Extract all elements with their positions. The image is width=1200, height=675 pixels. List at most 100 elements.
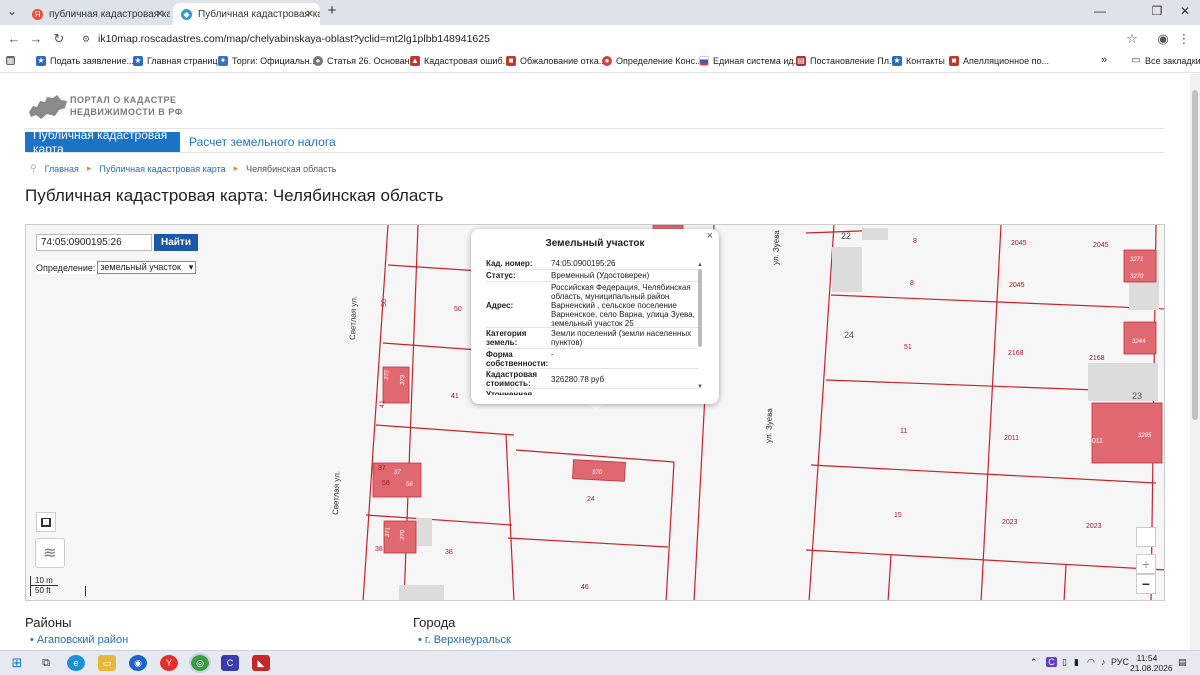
- zoom-out-button[interactable]: −: [1136, 574, 1156, 594]
- map-control-box[interactable]: [1136, 527, 1156, 547]
- app-c-icon[interactable]: C: [221, 655, 239, 671]
- fullscreen-button[interactable]: [36, 512, 56, 532]
- breadcrumb-home[interactable]: Главная: [45, 164, 79, 174]
- garant-icon: ■: [949, 56, 959, 66]
- volume-icon[interactable]: ♪: [1101, 657, 1106, 667]
- bookmark-item[interactable]: ★ Контакты: [892, 56, 945, 66]
- building-number: 37: [394, 470, 401, 476]
- block-number: 24: [844, 330, 854, 340]
- scrollbar-thumb[interactable]: [1192, 90, 1198, 420]
- block-number: 22: [841, 231, 851, 241]
- clock[interactable]: 11:54 21.08.2026: [1130, 653, 1173, 673]
- bookmark-item[interactable]: ✦ Торги: Официальн...: [218, 56, 317, 66]
- nav-tab-cadastral-map[interactable]: Публичная кадастровая карта: [25, 128, 180, 156]
- street-label: ул. Зуева: [764, 407, 774, 443]
- popup-row: Статус: Временный (Удостоверен): [486, 271, 698, 282]
- all-bookmarks-button[interactable]: ▭ Все закладки: [1131, 56, 1200, 67]
- tray-chevron-icon[interactable]: ⌃: [1030, 657, 1038, 668]
- close-tab-icon[interactable]: ✕: [156, 9, 164, 20]
- layers-button[interactable]: ≋: [35, 538, 65, 568]
- bookmark-star-icon[interactable]: ☆: [1124, 31, 1140, 47]
- task-view-icon[interactable]: ⧉: [37, 655, 55, 671]
- apps-grid-icon[interactable]: ▦: [6, 56, 19, 65]
- popup-row: Форма собственности: -: [486, 350, 698, 369]
- profile-icon[interactable]: ◉: [1155, 31, 1171, 47]
- wifi-icon[interactable]: ◠: [1087, 657, 1095, 668]
- bookmark-item[interactable]: ★ Главная страница: [133, 56, 223, 66]
- address-bar[interactable]: ⚙ ik10map.roscadastres.com/map/chelyabin…: [78, 28, 1148, 50]
- notifications-icon[interactable]: ▤: [1178, 657, 1187, 668]
- bookmark-item[interactable]: ■ Апелляционное по...: [949, 56, 1049, 66]
- popup-scroll-thumb[interactable]: [698, 269, 702, 347]
- site-icon: ◆: [181, 8, 192, 20]
- tray-app-icon[interactable]: C: [1046, 657, 1057, 667]
- app-red-icon[interactable]: ◣: [252, 655, 270, 671]
- popup-row: Кадастровая стоимость: 326280.78 руб: [486, 370, 698, 389]
- forward-icon[interactable]: →: [28, 31, 44, 46]
- browser-toolbar: ← → ↻ ⚙ ik10map.roscadastres.com/map/che…: [0, 25, 1200, 53]
- edge-icon[interactable]: e: [67, 655, 85, 671]
- breadcrumb-map[interactable]: Публичная кадастровая карта: [99, 164, 225, 174]
- districts-heading: Районы: [25, 615, 72, 630]
- tab-strip: ⌄ Я публичная кадастровая карта ✕ ◆ Публ…: [0, 0, 1200, 25]
- windows-start-icon[interactable]: ⊞: [8, 655, 26, 671]
- city-link[interactable]: • г. Верхнеуральск: [418, 634, 511, 646]
- chrome-icon[interactable]: ◎: [189, 653, 211, 673]
- find-button[interactable]: Найти: [154, 234, 198, 251]
- site-info-icon[interactable]: ⚙: [82, 34, 90, 45]
- bookmark-item[interactable]: ■ Обжалование отка...: [506, 56, 606, 66]
- cadastral-number-input[interactable]: 74:05:0900195:26: [36, 234, 152, 251]
- language-indicator[interactable]: РУС: [1111, 657, 1129, 667]
- parcel-number: 15: [894, 512, 902, 519]
- bookmark-item[interactable]: ▤ Постановление Пл...: [796, 56, 897, 66]
- popup-scrollbar[interactable]: ▲ ▼: [697, 262, 703, 392]
- parcel-number: 51: [904, 344, 912, 351]
- parcel-number: 41: [379, 400, 386, 408]
- tab-title: Публичная кадастровая карта: [198, 8, 320, 20]
- yandex-browser-icon[interactable]: Y: [160, 655, 178, 671]
- building-number: 370: [400, 529, 406, 540]
- back-icon[interactable]: ←: [6, 31, 22, 46]
- gerb-icon: ✦: [218, 56, 228, 66]
- district-link[interactable]: • Агаповский район: [30, 634, 128, 646]
- yandex-icon: Я: [32, 8, 43, 20]
- building-number: 56: [406, 482, 413, 488]
- usb-icon[interactable]: ▯: [1062, 657, 1067, 668]
- parcel-number: 2045: [1009, 282, 1025, 289]
- file-explorer-icon[interactable]: ▭: [98, 655, 116, 671]
- building-number: 3244: [1132, 339, 1146, 345]
- close-window-icon[interactable]: ✕: [1175, 4, 1195, 18]
- gerb-icon: ★: [133, 56, 143, 66]
- bookmark-item[interactable]: ● Статья 26. Основан...: [313, 56, 417, 66]
- definition-select[interactable]: земельный участок ▾: [97, 261, 197, 274]
- new-tab-button[interactable]: +: [322, 2, 342, 19]
- popup-close-button[interactable]: ×: [707, 230, 713, 242]
- nav-divider: [25, 152, 1165, 153]
- zoom-in-button[interactable]: +: [1136, 554, 1156, 574]
- battery-icon[interactable]: ▮: [1074, 657, 1079, 668]
- cities-heading: Города: [413, 615, 456, 630]
- page-scrollbar[interactable]: [1190, 74, 1200, 650]
- tab-active[interactable]: ◆ Публичная кадастровая карта ✕: [173, 3, 320, 25]
- scroll-up-icon[interactable]: ▲: [697, 262, 703, 268]
- nav-tab-land-tax[interactable]: Расчет земельного налога: [181, 132, 344, 152]
- parcel-number: 50: [381, 299, 388, 307]
- minimize-icon[interactable]: —: [1090, 4, 1110, 18]
- bookmark-item[interactable]: Единая система ид...: [699, 56, 801, 66]
- close-tab-icon[interactable]: ✕: [306, 9, 314, 20]
- browser-app-icon[interactable]: ◉: [129, 655, 147, 671]
- reload-icon[interactable]: ↻: [51, 31, 67, 47]
- popup-row: Уточненная: [486, 390, 533, 395]
- bookmark-item[interactable]: ▲ Кадастровая ошиб...: [410, 56, 510, 66]
- tab-list-chevron-icon[interactable]: ⌄: [2, 4, 22, 18]
- site-logo[interactable]: ПОРТАЛ О КАДАСТРЕ НЕДВИЖИМОСТИ В РФ: [70, 94, 183, 118]
- bookmark-item[interactable]: ★ Подать заявление...: [36, 56, 134, 66]
- tab-inactive[interactable]: Я публичная кадастровая карта ✕: [24, 3, 170, 25]
- parcel-number: 2045: [1011, 240, 1027, 247]
- restore-icon[interactable]: ❐: [1147, 4, 1167, 18]
- gerb-icon: ★: [892, 56, 902, 66]
- scroll-down-icon[interactable]: ▼: [697, 384, 703, 390]
- bookmark-item[interactable]: ● Определение Конс...: [602, 56, 703, 66]
- bookmarks-overflow-button[interactable]: »: [1101, 54, 1107, 66]
- menu-kebab-icon[interactable]: ⋮: [1176, 31, 1192, 47]
